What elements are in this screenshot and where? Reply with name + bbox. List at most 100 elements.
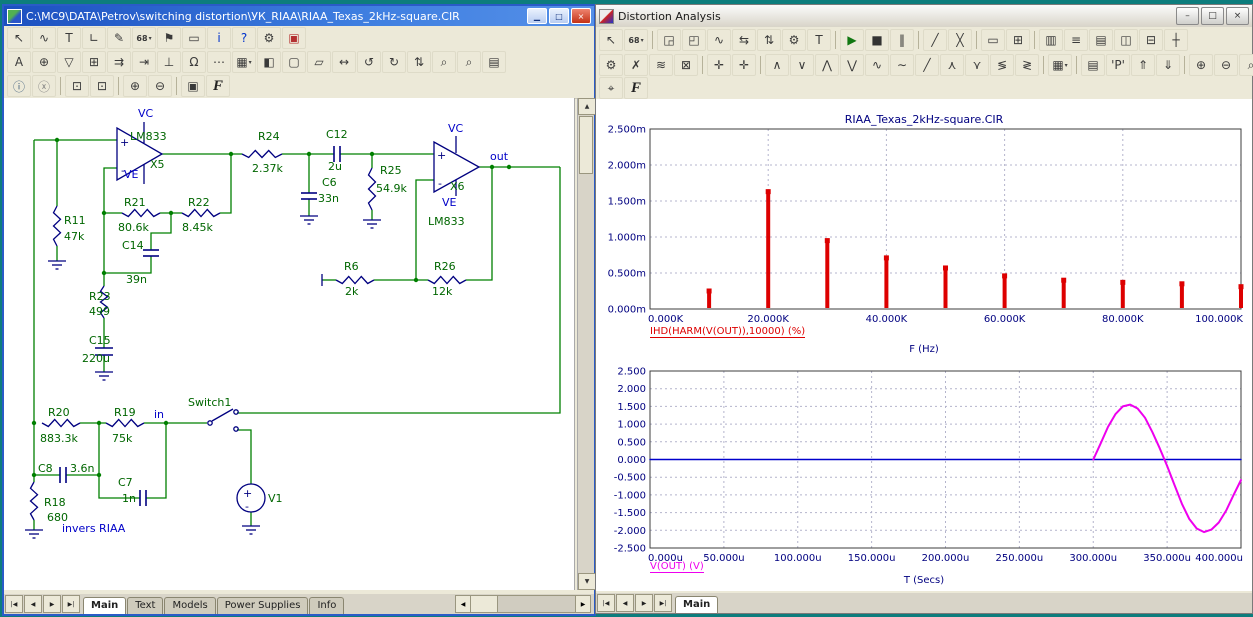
resistor[interactable] xyxy=(42,420,80,427)
copy-page-icon[interactable]: ⊡ xyxy=(90,75,114,97)
analysis-titlebar[interactable]: Distortion Analysis –□× xyxy=(596,5,1252,28)
overlay-icon[interactable]: ⊠ xyxy=(674,54,698,76)
stacked-plots-icon[interactable]: ≡ xyxy=(1064,29,1088,51)
flip-vertical-icon[interactable]: ⇅ xyxy=(407,51,431,73)
clear-accumulated-icon[interactable]: ✗ xyxy=(624,54,648,76)
go-to-branch-icon[interactable]: ▦▾ xyxy=(1048,54,1072,76)
vertical-scrollbar[interactable]: ▲ ▼ xyxy=(577,98,594,590)
power-label-icon[interactable]: 'P' xyxy=(1106,54,1130,76)
orthogonal-wire-mode-icon[interactable]: ∟ xyxy=(82,27,106,49)
tab-main[interactable]: Main xyxy=(83,597,126,614)
schematic-label[interactable]: X5 xyxy=(150,158,165,171)
scroll-up-button[interactable]: ▲ xyxy=(578,98,596,115)
component-browser-icon[interactable]: 68▾ xyxy=(624,29,648,51)
zoom-out-icon[interactable]: ⊖ xyxy=(1214,54,1238,76)
numeric-output-icon[interactable]: ▤ xyxy=(1081,54,1105,76)
scale-up-icon[interactable]: ⇑ xyxy=(1131,54,1155,76)
schematic-label[interactable]: VC xyxy=(138,107,154,120)
resistor[interactable] xyxy=(428,277,466,284)
scale-mode-icon[interactable]: ◲ xyxy=(657,29,681,51)
resistor[interactable] xyxy=(122,210,160,217)
zoom-in-icon[interactable]: ⊕ xyxy=(1189,54,1213,76)
function-text-icon[interactable]: F xyxy=(624,77,648,99)
select-graphics-icon[interactable]: ▭ xyxy=(981,29,1005,51)
next-rise-icon[interactable]: ∿ xyxy=(865,54,889,76)
resistor[interactable] xyxy=(182,210,220,217)
next-valley-icon[interactable]: ∨ xyxy=(790,54,814,76)
schematic-label[interactable]: + xyxy=(243,487,252,500)
bottom-search-icon[interactable]: ⋎ xyxy=(965,54,989,76)
function-text-icon[interactable]: F xyxy=(206,75,230,97)
schematic-label[interactable]: 8.45k xyxy=(182,221,213,234)
polygon-mode-icon[interactable]: ▭ xyxy=(182,27,206,49)
schematic-label[interactable]: R22 xyxy=(188,196,210,209)
schematic-label[interactable]: V1 xyxy=(268,492,283,505)
global-max-icon[interactable]: ⋀ xyxy=(815,54,839,76)
line-mode-icon[interactable]: ✎ xyxy=(107,27,131,49)
copy-to-clipboard-icon[interactable]: ⊡ xyxy=(65,75,89,97)
extend-wire-icon[interactable]: ⇉ xyxy=(107,51,131,73)
schematic-label[interactable]: C15 xyxy=(89,334,111,347)
harmonic-distortion-plot[interactable]: 2.500m2.000m1.500m1.000m0.500m0.000m0.00… xyxy=(596,99,1250,361)
flag-mode-icon[interactable]: ⚑ xyxy=(157,27,181,49)
point-tag-icon[interactable]: ∿ xyxy=(707,29,731,51)
dot-display-icon[interactable]: ⋯ xyxy=(207,51,231,73)
info-mode-icon[interactable]: i xyxy=(207,27,231,49)
zoom-out-icon[interactable]: ⊖ xyxy=(148,75,172,97)
node-numbers-icon[interactable]: ▽ xyxy=(57,51,81,73)
schematic-label[interactable]: C6 xyxy=(322,176,337,189)
scale-down-icon[interactable]: ⇓ xyxy=(1156,54,1180,76)
maximize-button[interactable]: □ xyxy=(1201,7,1224,25)
paper-layout-icon[interactable]: ◧ xyxy=(257,51,281,73)
schematic-label[interactable]: R24 xyxy=(258,130,280,143)
dropdown-arrow-icon[interactable]: ▾ xyxy=(641,37,644,44)
last-page-button[interactable]: ▶| xyxy=(654,594,672,612)
schematic-label[interactable]: 2.37k xyxy=(252,162,283,175)
rotate-ccw-icon[interactable]: ↺ xyxy=(357,51,381,73)
close-button[interactable]: × xyxy=(1226,7,1249,25)
schematic-label[interactable]: R21 xyxy=(124,196,146,209)
inflection-icon[interactable]: ⋏ xyxy=(940,54,964,76)
info-circle-icon[interactable]: ⓘ xyxy=(7,75,31,97)
cursor-lines-icon[interactable]: ┼ xyxy=(1164,29,1188,51)
distortion-trace-label[interactable]: IHD(HARM(V(OUT)),10000) (%) xyxy=(650,326,805,338)
schematic-label[interactable]: C8 xyxy=(38,462,53,475)
capacitor[interactable] xyxy=(140,490,146,506)
next-fall-icon[interactable]: ∼ xyxy=(890,54,914,76)
schematic-label[interactable]: 33n xyxy=(318,192,339,205)
resistor[interactable] xyxy=(31,482,38,520)
resistor[interactable] xyxy=(336,277,374,284)
horizontal-tag-icon[interactable]: ⇆ xyxy=(732,29,756,51)
schematic-label[interactable]: 39n xyxy=(126,273,147,286)
ground-symbol[interactable] xyxy=(242,526,260,534)
next-page-button[interactable]: ▶ xyxy=(43,595,61,613)
cursor-mode-icon[interactable]: ◰ xyxy=(682,29,706,51)
pin-mode-icon[interactable]: ⊕ xyxy=(32,51,56,73)
schematic-label[interactable]: + xyxy=(437,149,446,162)
resistor[interactable] xyxy=(54,206,61,246)
schematic-label[interactable]: 499 xyxy=(89,305,110,318)
schematic-label[interactable]: X6 xyxy=(450,180,465,193)
vout-trace-label[interactable]: V(OUT) (V) xyxy=(650,561,704,573)
capacitor[interactable] xyxy=(301,193,317,199)
resistor[interactable] xyxy=(369,168,376,210)
schematic-label[interactable]: 80.6k xyxy=(118,221,149,234)
dropdown-arrow-icon[interactable]: ▾ xyxy=(149,35,152,42)
tab-models[interactable]: Models xyxy=(164,597,215,614)
schematic-label[interactable]: 2u xyxy=(328,160,342,173)
cursor-right-icon[interactable]: ✛ xyxy=(732,54,756,76)
zoom-window-icon[interactable]: ⌕ xyxy=(1239,54,1253,76)
schematic-label[interactable]: - xyxy=(245,500,249,513)
schematic-label[interactable]: in xyxy=(154,408,164,421)
accumulate-plots-icon[interactable]: ≋ xyxy=(649,54,673,76)
global-min-icon[interactable]: ⋁ xyxy=(840,54,864,76)
one-plot-layout-icon[interactable]: ▥ xyxy=(1039,29,1063,51)
schematic-label[interactable]: R11 xyxy=(64,214,86,227)
schematic-label[interactable]: C12 xyxy=(326,128,348,141)
probe-icon[interactable]: ⌖ xyxy=(599,77,623,99)
schematic-label[interactable]: R6 xyxy=(344,260,359,273)
first-page-button[interactable]: |◀ xyxy=(5,595,23,613)
capacitor[interactable] xyxy=(143,250,159,256)
schematic-label[interactable]: 75k xyxy=(112,432,133,445)
tab-power-supplies[interactable]: Power Supplies xyxy=(217,597,309,614)
